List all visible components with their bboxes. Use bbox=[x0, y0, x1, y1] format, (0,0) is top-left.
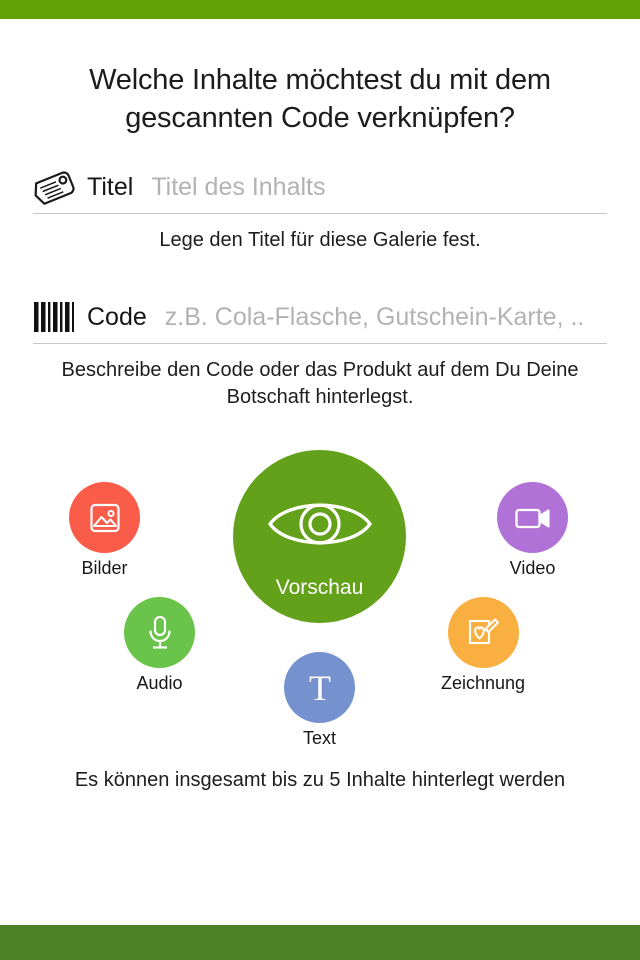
page-title: Welche Inhalte möchtest du mit dem gesca… bbox=[89, 64, 551, 134]
letter-t-icon: T bbox=[303, 669, 337, 707]
title-field-label: Titel bbox=[87, 172, 134, 201]
text-label: Text bbox=[302, 728, 336, 748]
title-field-block: Titel Lege den Titel für diese Galerie f… bbox=[0, 164, 640, 254]
content-type-cluster: Vorschau Bilder Video Audio Zeichnung T … bbox=[0, 437, 640, 767]
code-field-help: Beschreibe den Code oder das Produkt auf… bbox=[61, 359, 579, 408]
image-icon bbox=[88, 501, 122, 535]
content-type-zeichnung[interactable]: Zeichnung bbox=[441, 597, 525, 692]
main-content: Welche Inhalte möchtest du mit dem gesca… bbox=[0, 19, 640, 960]
code-field-label: Code bbox=[87, 302, 147, 331]
audio-label: Audio bbox=[136, 673, 183, 693]
zeichnung-disc bbox=[447, 597, 519, 668]
microphone-icon bbox=[146, 614, 174, 652]
preview-button[interactable]: Vorschau bbox=[233, 450, 406, 623]
app-root: Welche Inhalte möchtest du mit dem gesca… bbox=[0, 0, 640, 960]
title-field-divider bbox=[33, 213, 607, 214]
zeichnung-label: Zeichnung bbox=[441, 673, 526, 693]
preview-disc: Vorschau bbox=[233, 450, 406, 623]
text-disc: T bbox=[284, 652, 355, 723]
barcode-icon bbox=[33, 301, 87, 333]
content-type-bilder[interactable]: Bilder bbox=[69, 482, 140, 577]
code-field-row[interactable]: Code bbox=[33, 294, 607, 340]
video-disc bbox=[497, 482, 568, 553]
preview-label: Vorschau bbox=[275, 576, 364, 599]
title-field-help: Lege den Titel für diese Galerie fest. bbox=[159, 229, 481, 251]
svg-text:T: T bbox=[309, 669, 331, 707]
code-field-divider bbox=[33, 343, 607, 344]
tag-icon bbox=[33, 169, 87, 205]
video-camera-icon bbox=[514, 504, 552, 532]
eye-icon bbox=[266, 493, 374, 555]
content-type-text[interactable]: T Text bbox=[284, 652, 355, 747]
footer-note: Es können insgesamt bis zu 5 Inhalte hin… bbox=[74, 769, 566, 791]
bottom-bar bbox=[0, 925, 640, 960]
content-type-audio[interactable]: Audio bbox=[124, 597, 195, 692]
bilder-label: Bilder bbox=[81, 558, 128, 578]
bilder-disc bbox=[69, 482, 140, 553]
audio-disc bbox=[124, 597, 195, 668]
video-label: Video bbox=[509, 558, 556, 578]
code-input[interactable] bbox=[164, 300, 607, 334]
drawing-pencil-icon bbox=[465, 615, 501, 651]
top-status-bar bbox=[0, 0, 640, 19]
content-type-video[interactable]: Video bbox=[497, 482, 568, 577]
code-field-block: Code Beschreibe den Code oder das Produk… bbox=[0, 294, 640, 411]
title-input[interactable] bbox=[151, 170, 607, 204]
title-field-row[interactable]: Titel bbox=[33, 164, 607, 210]
